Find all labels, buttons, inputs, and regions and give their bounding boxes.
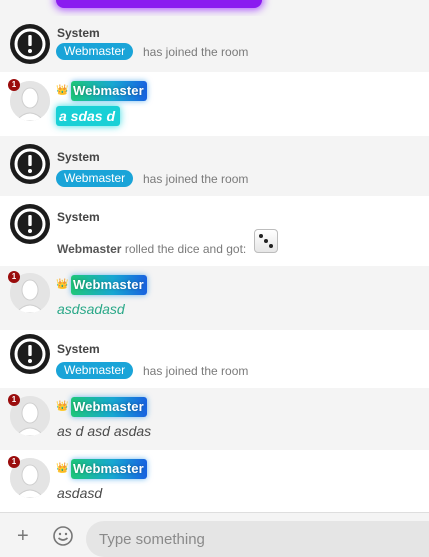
avatar[interactable]: 1 — [8, 79, 50, 121]
chat-log: System Webmaster has joined the room 1 👑… — [0, 0, 429, 512]
system-name: System — [57, 210, 100, 224]
chat-message-system: System Webmaster has joined the room — [0, 136, 429, 196]
system-name: System — [57, 26, 100, 40]
system-message-text: has joined the room — [143, 172, 249, 186]
dice-message-text: rolled the dice and got: — [124, 242, 247, 256]
notification-badge: 1 — [8, 394, 20, 406]
system-message-text: has joined the room — [143, 364, 249, 378]
username-pill[interactable]: Webmaster — [56, 362, 134, 379]
username-badge[interactable]: Webmaster — [71, 397, 147, 417]
avatar[interactable]: 1 — [8, 271, 50, 313]
username-badge[interactable]: Webmaster — [71, 81, 147, 101]
message-text: asdsadasd — [57, 301, 125, 317]
dice-icon — [254, 229, 278, 253]
message-text: as d asd asdas — [57, 423, 152, 439]
system-alert-icon — [10, 144, 50, 184]
chat-message-system: System Webmaster has joined the room — [0, 16, 429, 72]
avatar[interactable]: 1 — [8, 394, 50, 436]
emoji-icon[interactable] — [52, 525, 74, 547]
dice-username[interactable]: Webmaster — [57, 242, 121, 256]
crown-icon: 👑 — [56, 85, 69, 96]
add-attachment-button[interactable]: + — [17, 526, 29, 546]
system-alert-icon — [10, 334, 50, 374]
chat-message-user: 1 👑 Webmaster a sdas d — [0, 72, 429, 136]
chat-message-system-dice: System Webmaster rolled the dice and got… — [0, 196, 429, 266]
chat-message-user: 1 👑 Webmaster asdsadasd — [0, 266, 429, 330]
username-badge[interactable]: Webmaster — [71, 275, 147, 295]
avatar[interactable]: 1 — [8, 456, 50, 498]
notification-badge: 1 — [8, 456, 20, 468]
username-badge[interactable]: Webmaster — [71, 459, 147, 479]
composer-bar: + — [0, 512, 429, 557]
chat-message-user: 1 👑 Webmaster as d asd asdas — [0, 388, 429, 450]
chat-message-system: System Webmaster has joined the room — [0, 330, 429, 388]
previous-message-bubble — [56, 0, 262, 8]
dice-message: Webmaster rolled the dice and got: — [57, 242, 246, 256]
message-text: asdasd — [57, 485, 103, 501]
system-name: System — [57, 150, 100, 164]
username-pill[interactable]: Webmaster — [56, 43, 134, 60]
system-name: System — [57, 342, 100, 356]
notification-badge: 1 — [8, 271, 20, 283]
chat-message-user: 1 👑 Webmaster asdasd — [0, 450, 429, 512]
message-text: a sdas d — [56, 106, 121, 126]
system-alert-icon — [10, 204, 50, 244]
system-alert-icon — [10, 24, 50, 64]
username-pill[interactable]: Webmaster — [56, 170, 134, 187]
message-input[interactable] — [86, 521, 429, 557]
notification-badge: 1 — [8, 79, 20, 91]
crown-icon: 👑 — [56, 463, 69, 474]
system-message-text: has joined the room — [143, 45, 249, 59]
crown-icon: 👑 — [56, 279, 69, 290]
crown-icon: 👑 — [56, 401, 69, 412]
